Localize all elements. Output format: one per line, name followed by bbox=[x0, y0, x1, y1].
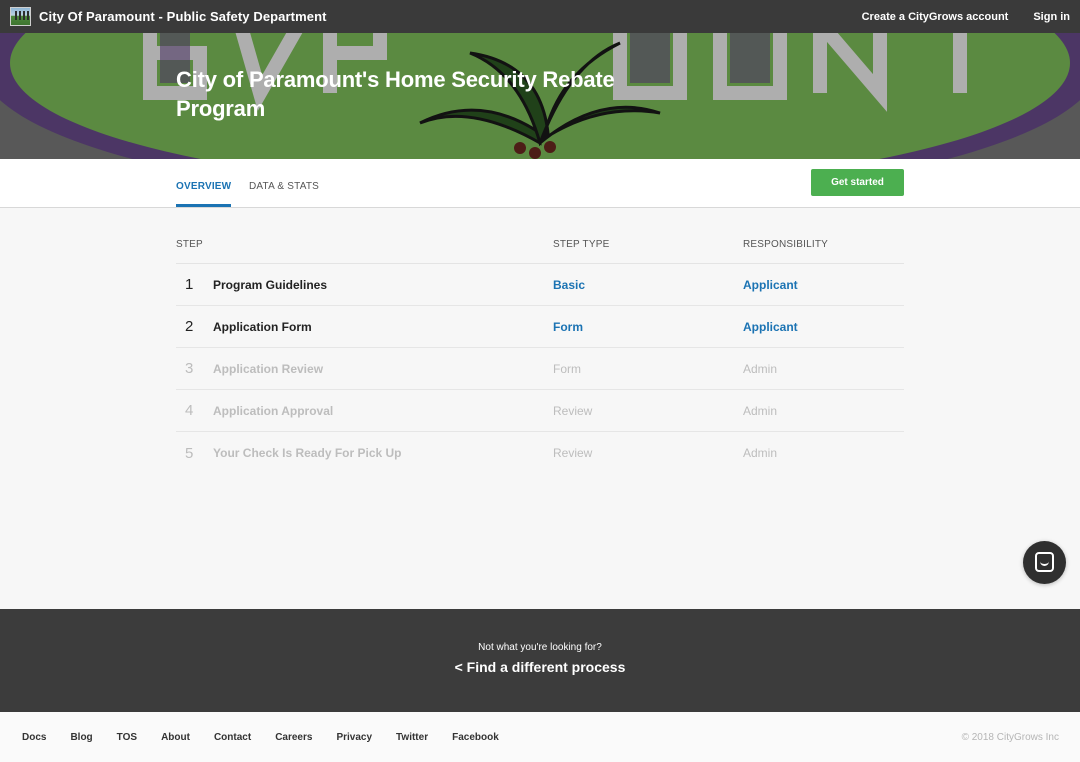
step-number: 2 bbox=[185, 318, 194, 335]
responsibility: Admin bbox=[743, 446, 778, 460]
chat-icon bbox=[1035, 552, 1054, 572]
step-name: Program Guidelines bbox=[213, 277, 328, 292]
footer-link-contact[interactable]: Contact bbox=[214, 732, 251, 743]
step-name: Application Form bbox=[213, 319, 312, 334]
sign-in-link[interactable]: Sign in bbox=[1033, 11, 1070, 23]
tab-data-stats[interactable]: DATA & STATS bbox=[249, 159, 319, 207]
step-type: Form bbox=[553, 361, 581, 376]
create-account-link[interactable]: Create a CityGrows account bbox=[862, 11, 1009, 23]
not-looking-text: Not what you're looking for? bbox=[478, 642, 602, 653]
site-footer: Docs Blog TOS About Contact Careers Priv… bbox=[0, 712, 1080, 762]
footer-link-about[interactable]: About bbox=[161, 732, 190, 743]
tab-overview[interactable]: OVERVIEW bbox=[176, 159, 232, 207]
chat-launcher-button[interactable] bbox=[1023, 541, 1066, 584]
step-type: Review bbox=[553, 446, 593, 460]
footer-link-tos[interactable]: TOS bbox=[117, 732, 137, 743]
step-number: 3 bbox=[185, 360, 194, 377]
step-type-link[interactable]: Form bbox=[553, 320, 743, 334]
table-row: 1 Program Guidelines Basic Applicant bbox=[176, 264, 904, 306]
account-links: Create a CityGrows account Sign in bbox=[862, 11, 1070, 23]
responsibility: Admin bbox=[743, 361, 778, 376]
table-row: 4 Application Approval Review Admin bbox=[176, 390, 904, 432]
footer-link-privacy[interactable]: Privacy bbox=[336, 732, 372, 743]
responsibility: Admin bbox=[743, 403, 778, 418]
table-row: 2 Application Form Form Applicant bbox=[176, 306, 904, 348]
find-different-process-link[interactable]: < Find a different process bbox=[455, 659, 626, 675]
program-tabs: OVERVIEW DATA & STATS Get started bbox=[0, 159, 1080, 208]
step-name: Your Check Is Ready For Pick Up bbox=[213, 446, 402, 460]
column-header-responsibility: RESPONSIBILITY bbox=[743, 239, 829, 250]
step-type-link[interactable]: Basic bbox=[553, 278, 743, 292]
hero-banner: City of Paramount's Home Security Rebate… bbox=[0, 33, 1080, 159]
footer-link-facebook[interactable]: Facebook bbox=[452, 732, 499, 743]
footer-link-docs[interactable]: Docs bbox=[22, 732, 46, 743]
table-header: STEP STEP TYPE RESPONSIBILITY bbox=[176, 226, 904, 264]
get-started-button[interactable]: Get started bbox=[811, 169, 904, 196]
copyright-text: © 2018 CityGrows Inc bbox=[961, 732, 1059, 743]
column-header-step: STEP bbox=[176, 239, 203, 250]
step-type: Review bbox=[553, 403, 593, 418]
footer-link-twitter[interactable]: Twitter bbox=[396, 732, 428, 743]
footer-link-careers[interactable]: Careers bbox=[275, 732, 312, 743]
city-logo-icon[interactable] bbox=[10, 7, 31, 26]
table-row: 3 Application Review Form Admin bbox=[176, 348, 904, 390]
footer-link-blog[interactable]: Blog bbox=[70, 732, 92, 743]
step-name: Application Review bbox=[213, 361, 324, 376]
responsibility-link[interactable]: Applicant bbox=[743, 320, 904, 334]
top-navigation-bar: City Of Paramount - Public Safety Depart… bbox=[0, 0, 1080, 33]
table-row: 5 Your Check Is Ready For Pick Up Review … bbox=[176, 432, 904, 474]
department-title[interactable]: City Of Paramount - Public Safety Depart… bbox=[39, 9, 327, 24]
find-process-section: Not what you're looking for? < Find a di… bbox=[0, 609, 1080, 712]
program-title: City of Paramount's Home Security Rebate… bbox=[176, 67, 615, 121]
steps-table: STEP STEP TYPE RESPONSIBILITY 1 Program G… bbox=[176, 226, 904, 474]
step-name: Application Approval bbox=[213, 403, 334, 418]
column-header-step-type: STEP TYPE bbox=[553, 239, 610, 250]
step-number: 4 bbox=[185, 402, 194, 419]
step-number: 5 bbox=[185, 444, 194, 462]
step-number: 1 bbox=[185, 276, 194, 293]
responsibility-link[interactable]: Applicant bbox=[743, 278, 904, 292]
